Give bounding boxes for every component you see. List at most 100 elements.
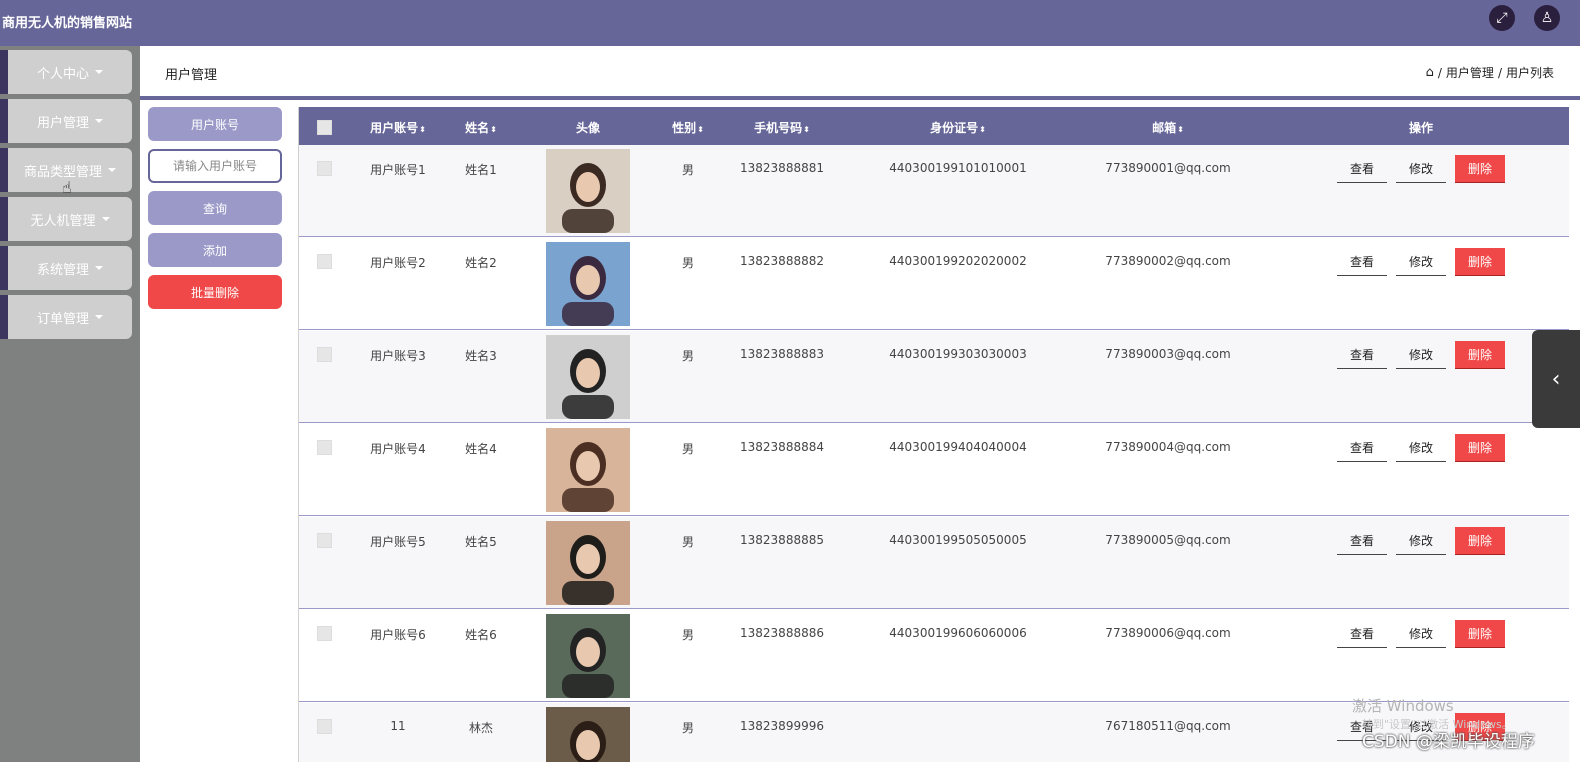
- column-header-id-number[interactable]: 身份证号⬍: [930, 119, 986, 136]
- sidebar-item-user-management[interactable]: 用户管理: [0, 99, 132, 143]
- view-button[interactable]: 查看: [1337, 434, 1387, 462]
- cell-gender: 男: [681, 349, 695, 363]
- row-checkbox[interactable]: [317, 254, 332, 269]
- batch-delete-button[interactable]: 批量删除: [148, 275, 282, 309]
- view-button[interactable]: 查看: [1337, 527, 1387, 555]
- app-title: 商用无人机的销售网站: [2, 16, 133, 31]
- view-button[interactable]: 查看: [1337, 155, 1387, 183]
- cell-email: 773890006@qq.com: [1105, 626, 1231, 640]
- fullscreen-icon[interactable]: ⤢: [1489, 5, 1515, 31]
- edit-button[interactable]: 修改: [1396, 434, 1446, 462]
- cell-id-number: 440300199101010001: [889, 161, 1027, 175]
- query-button[interactable]: 查询: [148, 191, 282, 225]
- select-all-checkbox[interactable]: [317, 120, 332, 135]
- breadcrumb-item-user-list: 用户列表: [1505, 66, 1554, 80]
- cell-account: 用户账号2: [370, 256, 426, 270]
- chevron-down-icon: [95, 70, 103, 74]
- delete-button[interactable]: 删除: [1455, 341, 1505, 369]
- cell-name: 姓名5: [465, 535, 497, 549]
- column-header-account[interactable]: 用户账号⬍: [370, 119, 426, 136]
- row-checkbox[interactable]: [317, 533, 332, 548]
- user-table: 用户账号⬍ 姓名⬍ 头像 性别⬍ 手机号码⬍ 身份证号⬍ 邮箱⬍ 操作 用户账号…: [298, 107, 1569, 762]
- edit-button[interactable]: 修改: [1396, 527, 1446, 555]
- collapse-tab[interactable]: ‹: [1532, 330, 1580, 428]
- table-row: 用户账号6 姓名6 男 13823888886 440300199606060006 77…: [299, 610, 1569, 702]
- cell-gender: 男: [681, 256, 695, 270]
- edit-button[interactable]: 修改: [1396, 155, 1446, 183]
- cell-gender: 男: [681, 721, 695, 735]
- chevron-down-icon: [95, 315, 103, 319]
- cell-email: 773890005@qq.com: [1105, 533, 1231, 547]
- sidebar-item-system-management[interactable]: 系统管理: [0, 246, 132, 290]
- cell-name: 姓名2: [465, 256, 497, 270]
- column-header-name[interactable]: 姓名⬍: [465, 119, 497, 136]
- row-checkbox[interactable]: [317, 440, 332, 455]
- table-row: 用户账号3 姓名3 男 13823888883 440300199303030003 77…: [299, 331, 1569, 423]
- cell-email: 773890002@qq.com: [1105, 254, 1231, 268]
- cell-gender: 男: [681, 163, 695, 177]
- delete-button[interactable]: 删除: [1455, 248, 1505, 276]
- cell-phone: 13823888886: [740, 626, 824, 640]
- chevron-down-icon: [95, 119, 103, 123]
- cell-id-number: 440300199404040004: [889, 440, 1027, 454]
- cell-id-number: 440300199303030003: [889, 347, 1027, 361]
- search-field-label: 用户账号: [148, 107, 282, 141]
- column-header-email[interactable]: 邮箱⬍: [1152, 119, 1184, 136]
- cell-gender: 男: [681, 535, 695, 549]
- cell-phone: 13823888884: [740, 440, 824, 454]
- sidebar-item-drone-management[interactable]: 无人机管理: [0, 197, 132, 241]
- home-icon[interactable]: ⌂: [1426, 65, 1434, 80]
- view-button[interactable]: 查看: [1337, 341, 1387, 369]
- page-title: 用户管理: [165, 68, 218, 83]
- sort-icon[interactable]: ⬍: [803, 125, 810, 134]
- avatar: [546, 428, 630, 512]
- sort-icon[interactable]: ⬍: [979, 125, 986, 134]
- avatar: [546, 521, 630, 605]
- table-row: 用户账号2 姓名2 男 13823888882 440300199202020002 77…: [299, 238, 1569, 330]
- delete-button[interactable]: 删除: [1455, 620, 1505, 648]
- delete-button[interactable]: 删除: [1455, 434, 1505, 462]
- cell-name: 姓名1: [465, 163, 497, 177]
- table-row: 用户账号5 姓名5 男 13823888885 440300199505050005 77…: [299, 517, 1569, 609]
- edit-button[interactable]: 修改: [1396, 248, 1446, 276]
- sidebar-item-label: 商品类型管理: [23, 164, 102, 180]
- row-checkbox[interactable]: [317, 161, 332, 176]
- cell-phone: 13823888881: [740, 161, 824, 175]
- sidebar-item-label: 订单管理: [36, 311, 89, 327]
- view-button[interactable]: 查看: [1337, 248, 1387, 276]
- cell-name: 姓名4: [465, 442, 497, 456]
- breadcrumb-item-user-management[interactable]: 用户管理: [1446, 64, 1494, 81]
- delete-button[interactable]: 删除: [1455, 155, 1505, 183]
- sidebar-item-label: 无人机管理: [30, 213, 96, 229]
- view-button[interactable]: 查看: [1337, 620, 1387, 648]
- cell-email: 767180511@qq.com: [1105, 719, 1231, 733]
- cell-account: 用户账号3: [370, 349, 426, 363]
- sidebar-item-label: 个人中心: [36, 66, 89, 82]
- search-input[interactable]: [148, 149, 282, 183]
- sort-icon[interactable]: ⬍: [1177, 125, 1184, 134]
- avatar: [546, 335, 630, 419]
- sidebar-item-label: 用户管理: [36, 115, 89, 131]
- chevron-left-icon: ‹: [1551, 366, 1561, 392]
- row-checkbox[interactable]: [317, 719, 332, 734]
- column-header-avatar: 头像: [575, 121, 601, 135]
- column-header-gender[interactable]: 性别⬍: [672, 119, 704, 136]
- column-header-phone[interactable]: 手机号码⬍: [754, 119, 810, 136]
- cell-phone: 13823899996: [740, 719, 824, 733]
- user-icon[interactable]: ♙: [1534, 5, 1560, 31]
- edit-button[interactable]: 修改: [1396, 341, 1446, 369]
- edit-button[interactable]: 修改: [1396, 620, 1446, 648]
- add-button[interactable]: 添加: [148, 233, 282, 267]
- table-header: 用户账号⬍ 姓名⬍ 头像 性别⬍ 手机号码⬍ 身份证号⬍ 邮箱⬍ 操作: [299, 107, 1569, 145]
- cell-id-number: 440300199606060006: [889, 626, 1027, 640]
- sidebar-item-order-management[interactable]: 订单管理: [0, 295, 132, 339]
- sort-icon[interactable]: ⬍: [419, 125, 426, 134]
- delete-button[interactable]: 删除: [1455, 527, 1505, 555]
- row-checkbox[interactable]: [317, 626, 332, 641]
- sort-icon[interactable]: ⬍: [697, 125, 704, 134]
- avatar: [546, 707, 630, 762]
- sort-icon[interactable]: ⬍: [490, 125, 497, 134]
- sidebar-item-personal-center[interactable]: 个人中心: [0, 50, 132, 94]
- row-checkbox[interactable]: [317, 347, 332, 362]
- cell-gender: 男: [681, 442, 695, 456]
